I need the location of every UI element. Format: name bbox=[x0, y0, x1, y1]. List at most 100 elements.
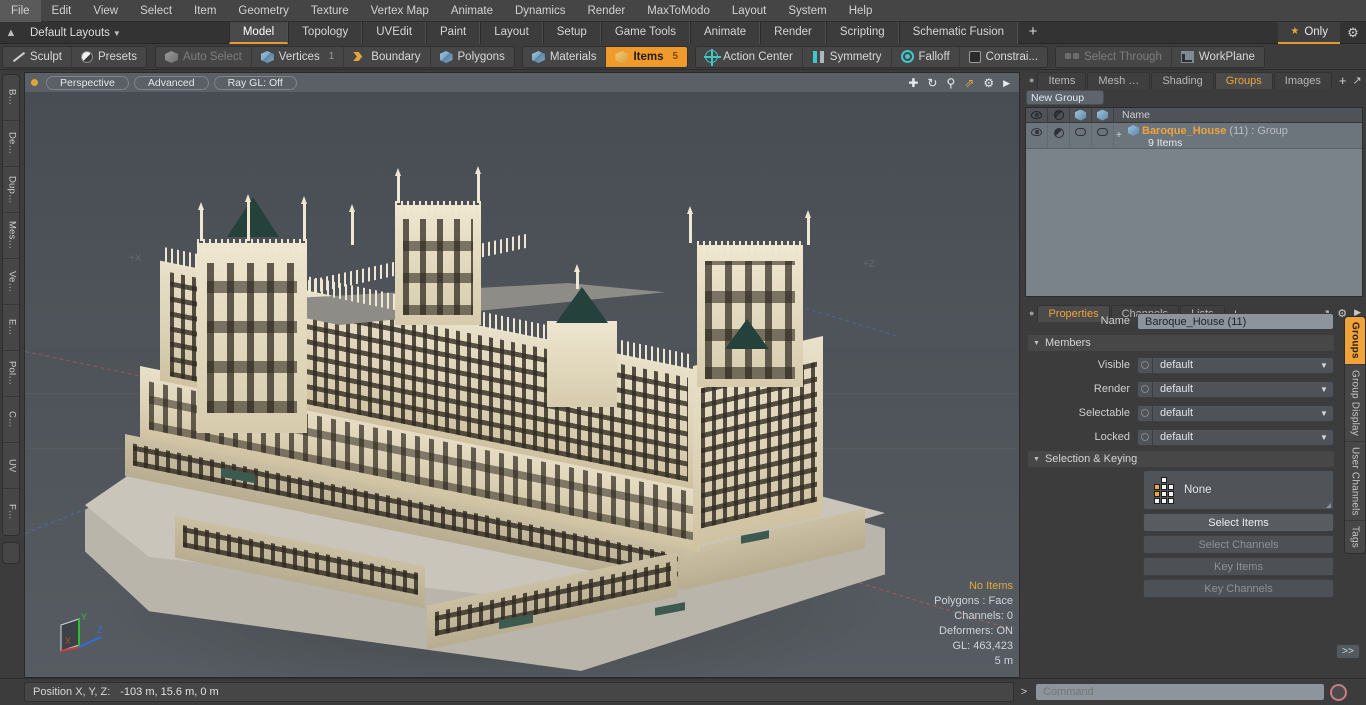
only-toggle-button[interactable]: ★ Only bbox=[1278, 21, 1340, 44]
tool-sculpt[interactable]: Sculpt bbox=[3, 47, 71, 67]
left-tab-deform[interactable]: De… bbox=[3, 121, 19, 167]
row-render-toggle[interactable] bbox=[1092, 123, 1114, 149]
menu-item-render[interactable]: Render bbox=[576, 0, 636, 22]
left-tab-edge[interactable]: E… bbox=[3, 305, 19, 351]
tab-shading[interactable]: Shading bbox=[1151, 71, 1214, 89]
left-tab-vertex[interactable]: Ve… bbox=[3, 259, 19, 305]
visibility-eye-icon[interactable] bbox=[1026, 107, 1048, 123]
tab-images[interactable]: Images bbox=[1273, 71, 1332, 89]
tab-animate[interactable]: Animate bbox=[689, 21, 761, 44]
menu-item-view[interactable]: View bbox=[82, 0, 129, 22]
tool-falloff[interactable]: Falloff bbox=[890, 46, 959, 67]
axis-gizmo[interactable]: Y X Z bbox=[53, 611, 109, 659]
tab-groups[interactable]: Groups bbox=[1214, 71, 1273, 89]
add-layout-tab-button[interactable]: + bbox=[1018, 22, 1048, 44]
tab-model[interactable]: Model bbox=[228, 21, 289, 44]
menu-item-texture[interactable]: Texture bbox=[300, 0, 360, 22]
tab-game-tools[interactable]: Game Tools bbox=[600, 21, 690, 44]
selection-preset-picker[interactable]: None bbox=[1143, 470, 1334, 510]
selectable-dropdown[interactable]: default ▼ bbox=[1137, 404, 1334, 422]
new-group-button[interactable]: New Group bbox=[1026, 90, 1104, 105]
menu-item-file[interactable]: File bbox=[0, 0, 41, 22]
left-tab-polygon[interactable]: Pol… bbox=[3, 351, 19, 397]
left-tab-mesh-edit[interactable]: Mes… bbox=[3, 213, 19, 259]
mode-polygons[interactable]: Polygons bbox=[429, 46, 514, 67]
command-input[interactable] bbox=[1035, 683, 1325, 701]
left-tab-curve[interactable]: C… bbox=[3, 397, 19, 443]
edge-tab-tags[interactable]: Tags bbox=[1345, 521, 1365, 553]
left-tab-fur[interactable]: F… bbox=[3, 489, 19, 535]
mode-auto-select[interactable]: Auto Select bbox=[156, 47, 251, 67]
menu-item-maxtomodo[interactable]: MaxToModo bbox=[636, 0, 721, 22]
view-raygl-button[interactable]: Ray GL: Off bbox=[213, 75, 297, 90]
row-shading-toggle[interactable] bbox=[1048, 123, 1070, 149]
edge-tab-user-channels[interactable]: User Channels bbox=[1345, 442, 1365, 522]
zoom-icon[interactable]: ⚲ bbox=[946, 77, 955, 89]
tab-render[interactable]: Render bbox=[760, 21, 826, 44]
play-icon[interactable]: ▶ bbox=[1003, 77, 1010, 89]
view-projection-button[interactable]: Perspective bbox=[46, 75, 129, 90]
resize-handle-icon[interactable] bbox=[1326, 503, 1331, 508]
tab-uvedit[interactable]: UVEdit bbox=[362, 21, 427, 44]
mode-vertices[interactable]: Vertices 1 bbox=[250, 46, 343, 67]
more-options-button[interactable]: >> bbox=[1336, 644, 1360, 659]
record-circle-icon[interactable] bbox=[1330, 683, 1347, 701]
row-wireframe-toggle[interactable] bbox=[1070, 123, 1092, 149]
expand-icon[interactable]: ↗ bbox=[1352, 74, 1361, 87]
home-icon[interactable]: ▲ bbox=[0, 23, 22, 43]
mode-boundary[interactable]: Boundary bbox=[343, 46, 429, 67]
name-input[interactable]: Baroque_House (11) bbox=[1137, 312, 1334, 330]
panel-menu-icon[interactable]: ● bbox=[1026, 75, 1037, 85]
visible-dropdown[interactable]: default ▼ bbox=[1137, 356, 1334, 374]
menu-item-animate[interactable]: Animate bbox=[440, 0, 504, 22]
viewport-3d-canvas[interactable]: +X +Z No Items Polygons: Face Channels:… bbox=[25, 93, 1019, 677]
menu-item-layout[interactable]: Layout bbox=[721, 0, 778, 22]
tab-layout[interactable]: Layout bbox=[480, 21, 543, 44]
expander-icon[interactable]: + bbox=[1116, 130, 1122, 141]
tool-workplane[interactable]: WorkPlane bbox=[1170, 46, 1264, 67]
fit-icon[interactable]: ⇗ bbox=[964, 77, 974, 89]
view-shading-button[interactable]: Advanced bbox=[133, 75, 209, 90]
tool-presets[interactable]: Presets bbox=[70, 46, 146, 67]
tab-scripting[interactable]: Scripting bbox=[825, 21, 899, 44]
menu-item-item[interactable]: Item bbox=[183, 0, 227, 22]
layout-preset-selector[interactable]: Default Layouts ▼ bbox=[22, 23, 129, 43]
render-icon[interactable] bbox=[1092, 107, 1114, 123]
select-items-button[interactable]: Select Items bbox=[1143, 513, 1334, 532]
menu-item-system[interactable]: System bbox=[777, 0, 837, 22]
section-selection-keying[interactable]: ▼ Selection & Keying bbox=[1028, 451, 1334, 467]
tab-paint[interactable]: Paint bbox=[426, 21, 481, 44]
wireframe-icon[interactable] bbox=[1070, 107, 1092, 123]
tab-schematic-fusion[interactable]: Schematic Fusion bbox=[898, 21, 1019, 44]
tool-constraint[interactable]: Constrai... bbox=[958, 46, 1047, 67]
rotate-icon[interactable]: ↻ bbox=[927, 77, 937, 89]
locked-dropdown[interactable]: default ▼ bbox=[1137, 428, 1334, 446]
menu-item-select[interactable]: Select bbox=[129, 0, 183, 22]
gear-icon[interactable]: ⚙ bbox=[983, 77, 994, 89]
tab-items[interactable]: Items bbox=[1037, 71, 1087, 89]
render-dropdown[interactable]: default ▼ bbox=[1137, 380, 1334, 398]
menu-item-help[interactable]: Help bbox=[838, 0, 884, 22]
left-tab-uv[interactable]: UV bbox=[3, 443, 19, 489]
left-tab-extra[interactable] bbox=[2, 542, 20, 564]
row-visibility-toggle[interactable] bbox=[1026, 123, 1048, 149]
menu-item-edit[interactable]: Edit bbox=[41, 0, 83, 22]
tab-setup[interactable]: Setup bbox=[542, 21, 601, 44]
groups-list-empty-area[interactable] bbox=[1026, 149, 1362, 296]
tool-select-through[interactable]: Select Through bbox=[1056, 47, 1171, 67]
move-icon[interactable]: ✚ bbox=[908, 77, 918, 89]
add-panel-tab-button[interactable]: + bbox=[1333, 73, 1353, 88]
tool-symmetry[interactable]: Symmetry bbox=[801, 46, 891, 67]
menu-item-dynamics[interactable]: Dynamics bbox=[504, 0, 576, 22]
tool-action-center[interactable]: Action Center bbox=[696, 47, 802, 67]
tab-mesh-ops[interactable]: Mesh … bbox=[1087, 71, 1151, 89]
menu-item-geometry[interactable]: Geometry bbox=[227, 0, 300, 22]
mode-items[interactable]: Items 5 bbox=[605, 46, 688, 67]
table-row[interactable]: + Baroque_House (11) : Group 9 Items bbox=[1026, 123, 1362, 149]
menu-item-vertex-map[interactable]: Vertex Map bbox=[360, 0, 440, 22]
edge-tab-group-display[interactable]: Group Display bbox=[1345, 365, 1365, 442]
tab-topology[interactable]: Topology bbox=[288, 21, 363, 44]
mode-materials[interactable]: Materials bbox=[523, 47, 606, 67]
section-members[interactable]: ▼ Members bbox=[1028, 335, 1334, 351]
gear-icon[interactable]: ⚙ bbox=[1340, 25, 1366, 41]
